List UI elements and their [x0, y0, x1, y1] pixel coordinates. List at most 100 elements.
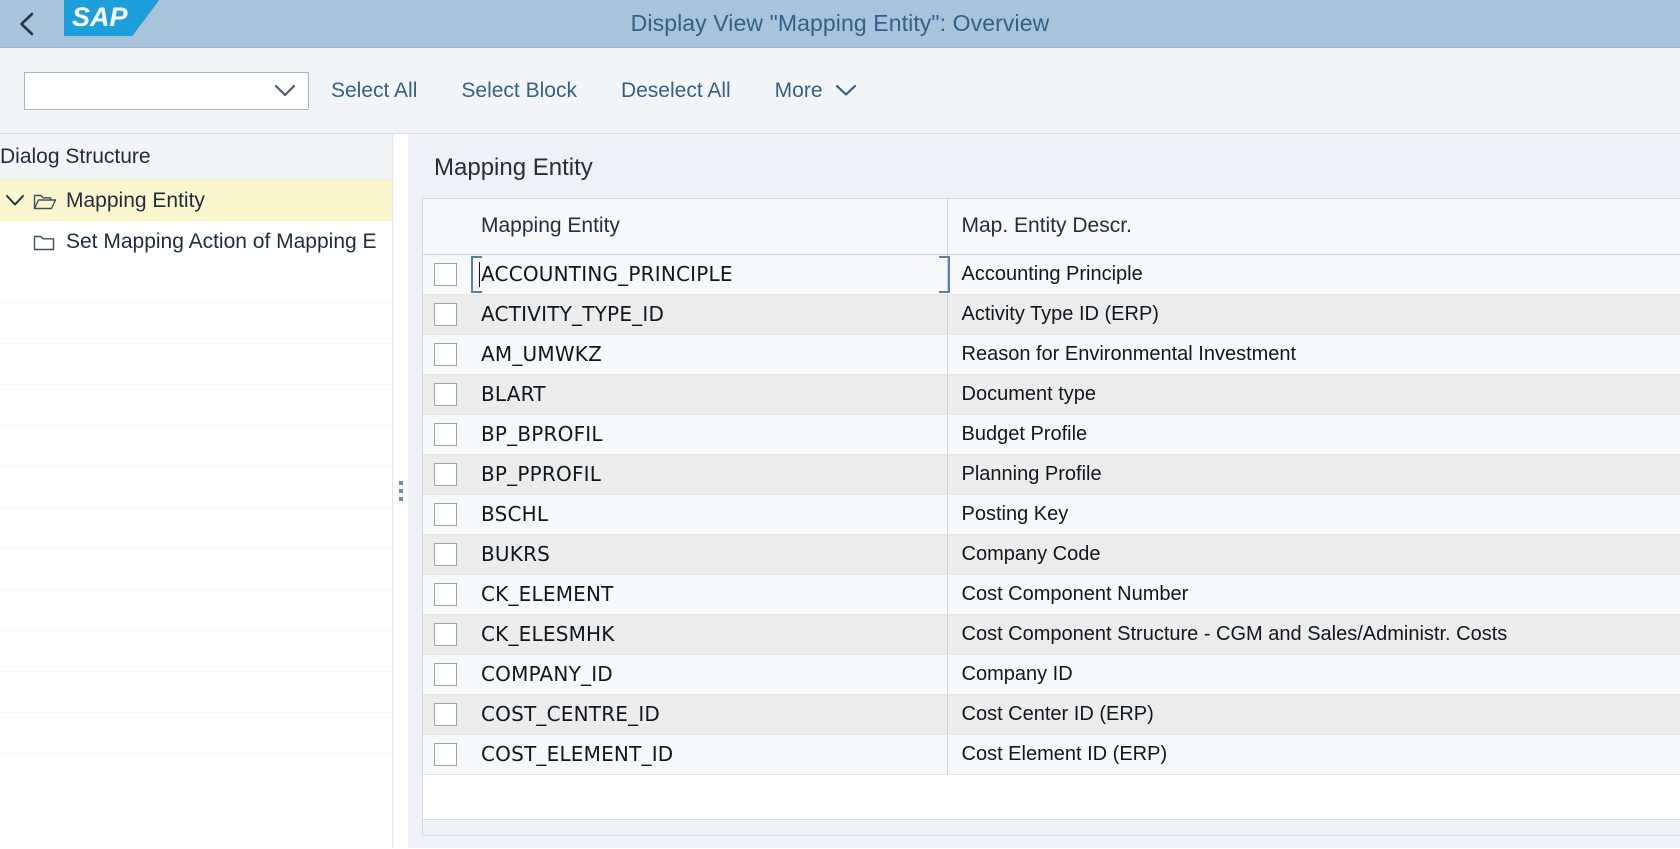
row-checkbox-cell[interactable]	[423, 454, 467, 495]
cell-map-entity-descr[interactable]: Planning Profile	[947, 454, 1680, 495]
cell-mapping-entity[interactable]: CK_ELEMENT	[467, 574, 948, 615]
cell-map-entity-descr[interactable]: Cost Component Structure - CGM and Sales…	[947, 614, 1680, 655]
cell-mapping-entity[interactable]: COMPANY_ID	[467, 654, 948, 695]
table-row[interactable]: BP_BPROFIL Budget Profile	[423, 414, 1680, 455]
cell-mapping-entity[interactable]: COST_CENTRE_ID	[467, 694, 948, 735]
panel-splitter[interactable]	[393, 134, 408, 848]
tree-empty-row	[0, 590, 392, 631]
cell-map-entity-descr[interactable]: Activity Type ID (ERP)	[947, 294, 1680, 335]
row-checkbox[interactable]	[433, 662, 457, 686]
mapping-entity-table-wrap: Mapping Entity Map. Entity Descr. ACCOUN…	[422, 198, 1680, 836]
row-checkbox[interactable]	[433, 502, 457, 526]
table-header-row: Mapping Entity Map. Entity Descr.	[423, 199, 1680, 255]
row-checkbox[interactable]	[433, 462, 457, 486]
row-checkbox-cell[interactable]	[423, 574, 467, 615]
table-row[interactable]: BLART Document type	[423, 374, 1680, 415]
cell-mapping-entity[interactable]: BLART	[467, 374, 948, 415]
cell-map-entity-descr[interactable]: Cost Center ID (ERP)	[947, 694, 1680, 735]
table-row[interactable]: COMPANY_ID Company ID	[423, 654, 1680, 695]
cell-map-entity-descr[interactable]: Company ID	[947, 654, 1680, 695]
dialog-structure-panel: Dialog Structure Mapping Entity Set Mapp…	[0, 134, 393, 848]
row-checkbox[interactable]	[433, 382, 457, 406]
row-checkbox[interactable]	[433, 302, 457, 326]
row-checkbox-cell[interactable]	[423, 694, 467, 735]
column-header-select[interactable]	[423, 199, 467, 255]
row-checkbox-cell[interactable]	[423, 534, 467, 575]
cell-map-entity-descr[interactable]: Cost Component Number	[947, 574, 1680, 615]
deselect-all-button[interactable]: Deselect All	[599, 73, 753, 109]
cell-map-entity-descr[interactable]: Reason for Environmental Investment	[947, 334, 1680, 375]
row-checkbox-cell[interactable]	[423, 294, 467, 335]
cell-map-entity-descr[interactable]: Document type	[947, 374, 1680, 415]
tree-empty-row	[0, 508, 392, 549]
tree-empty-row	[0, 262, 392, 303]
more-button[interactable]: More	[753, 73, 879, 109]
row-checkbox-cell[interactable]	[423, 614, 467, 655]
row-checkbox-cell[interactable]	[423, 254, 467, 295]
cell-mapping-entity[interactable]: ACCOUNTING_PRINCIPLE	[467, 254, 948, 295]
row-checkbox[interactable]	[433, 542, 457, 566]
cell-mapping-entity[interactable]: ACTIVITY_TYPE_ID	[467, 294, 948, 335]
table-row[interactable]: BP_PPROFIL Planning Profile	[423, 454, 1680, 495]
select-all-label: Select All	[331, 78, 418, 102]
cell-mapping-entity[interactable]: BSCHL	[467, 494, 948, 535]
column-header-map-entity-descr[interactable]: Map. Entity Descr.	[947, 199, 1680, 255]
row-checkbox-cell[interactable]	[423, 374, 467, 415]
cell-map-entity-descr[interactable]: Cost Element ID (ERP)	[947, 734, 1680, 775]
cell-map-entity-descr[interactable]: Budget Profile	[947, 414, 1680, 455]
mapping-entity-table: Mapping Entity Map. Entity Descr. ACCOUN…	[423, 199, 1680, 775]
tree-item-set-mapping-action[interactable]: Set Mapping Action of Mapping E	[0, 221, 392, 262]
view-select-dropdown[interactable]	[24, 71, 309, 110]
chevron-down-icon	[274, 84, 296, 98]
cell-mapping-entity[interactable]: CK_ELESMHK	[467, 614, 948, 655]
page-title: Display View "Mapping Entity": Overview	[630, 10, 1050, 36]
table-footer-strip	[423, 819, 1680, 835]
tree-item-mapping-entity[interactable]: Mapping Entity	[0, 180, 392, 221]
table-row[interactable]: BSCHL Posting Key	[423, 494, 1680, 535]
row-checkbox-cell[interactable]	[423, 334, 467, 375]
row-checkbox-cell[interactable]	[423, 654, 467, 695]
row-checkbox[interactable]	[433, 622, 457, 646]
cell-map-entity-descr[interactable]: Accounting Principle	[947, 254, 1680, 295]
column-header-mapping-entity[interactable]: Mapping Entity	[467, 199, 948, 255]
chevron-down-icon[interactable]	[0, 194, 30, 207]
table-row[interactable]: CK_ELESMHK Cost Component Structure - CGM…	[423, 614, 1680, 655]
cell-mapping-entity[interactable]: BUKRS	[467, 534, 948, 575]
tree-item-label: Mapping Entity	[66, 188, 205, 212]
open-folder-icon	[30, 191, 60, 211]
tree-empty-row	[0, 385, 392, 426]
back-button[interactable]	[0, 0, 56, 48]
row-checkbox[interactable]	[433, 582, 457, 606]
tree-empty-row	[0, 631, 392, 672]
tree-empty-row	[0, 672, 392, 713]
cell-mapping-entity[interactable]: BP_BPROFIL	[467, 414, 948, 455]
tree-item-label: Set Mapping Action of Mapping E	[66, 229, 377, 253]
more-label: More	[774, 78, 823, 102]
row-checkbox[interactable]	[433, 342, 457, 366]
row-checkbox[interactable]	[433, 262, 457, 286]
dialog-structure-title: Dialog Structure	[0, 134, 392, 180]
select-all-button[interactable]: Select All	[309, 73, 439, 109]
cell-map-entity-descr[interactable]: Posting Key	[947, 494, 1680, 535]
cell-mapping-entity[interactable]: BP_PPROFIL	[467, 454, 948, 495]
table-row[interactable]: ACTIVITY_TYPE_ID Activity Type ID (ERP)	[423, 294, 1680, 335]
table-row[interactable]: CK_ELEMENT Cost Component Number	[423, 574, 1680, 615]
row-checkbox-cell[interactable]	[423, 494, 467, 535]
cell-mapping-entity[interactable]: COST_ELEMENT_ID	[467, 734, 948, 775]
select-block-label: Select Block	[461, 78, 577, 102]
row-checkbox-cell[interactable]	[423, 734, 467, 775]
table-row[interactable]: ACCOUNTING_PRINCIPLE Accounting Principle	[423, 254, 1680, 295]
cell-map-entity-descr[interactable]: Company Code	[947, 534, 1680, 575]
select-block-button[interactable]: Select Block	[439, 73, 599, 109]
table-body: ACCOUNTING_PRINCIPLE Accounting Principle…	[423, 254, 1680, 775]
table-row[interactable]: AM_UMWKZ Reason for Environmental Investm…	[423, 334, 1680, 375]
row-checkbox-cell[interactable]	[423, 414, 467, 455]
row-checkbox[interactable]	[433, 742, 457, 766]
table-row[interactable]: BUKRS Company Code	[423, 534, 1680, 575]
sap-logo[interactable]: SAP	[64, 0, 160, 44]
row-checkbox[interactable]	[433, 702, 457, 726]
row-checkbox[interactable]	[433, 422, 457, 446]
table-row[interactable]: COST_ELEMENT_ID Cost Element ID (ERP)	[423, 734, 1680, 775]
table-row[interactable]: COST_CENTRE_ID Cost Center ID (ERP)	[423, 694, 1680, 735]
cell-mapping-entity[interactable]: AM_UMWKZ	[467, 334, 948, 375]
